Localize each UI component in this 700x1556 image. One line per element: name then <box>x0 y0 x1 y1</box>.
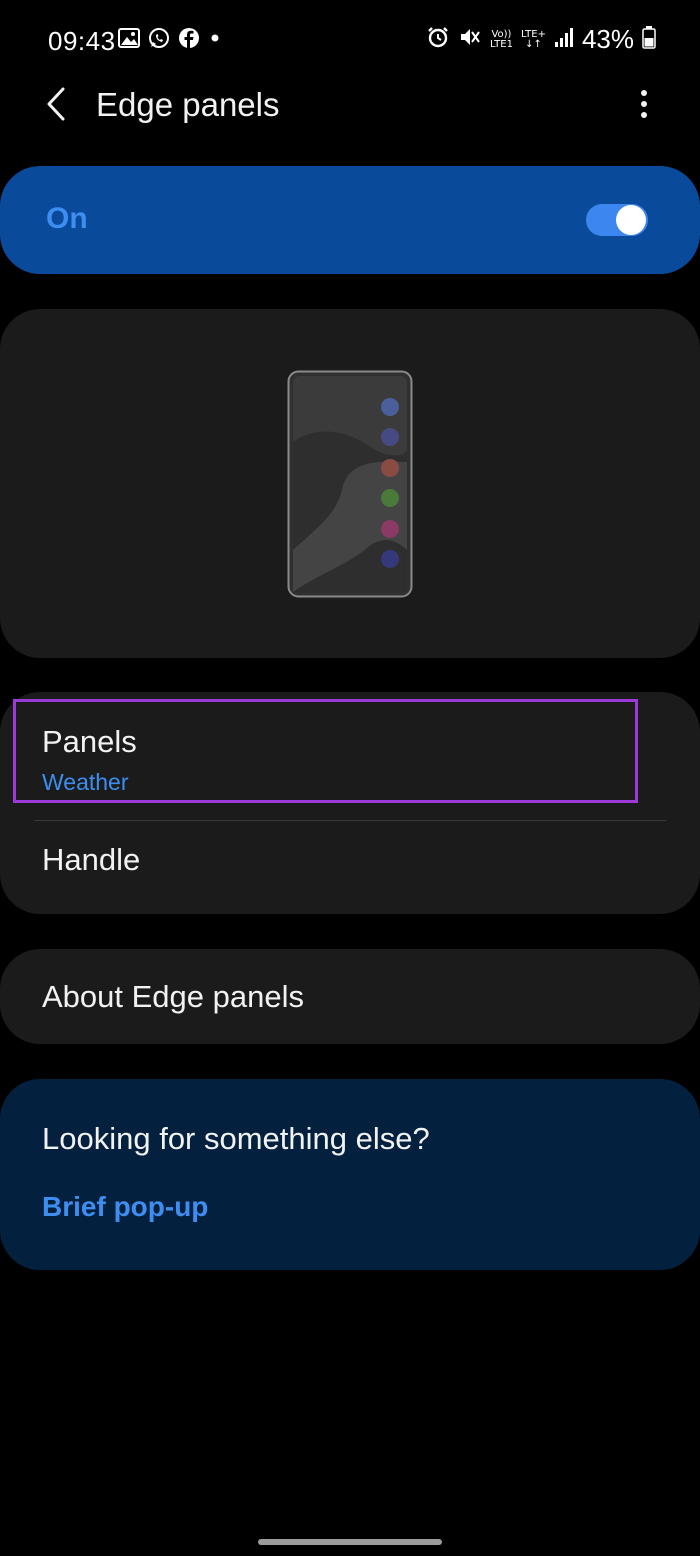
alarm-icon <box>426 25 450 54</box>
battery-icon <box>642 25 656 54</box>
back-button[interactable] <box>36 86 76 126</box>
gallery-icon <box>118 28 140 53</box>
handle-setting-item[interactable]: Handle <box>0 822 700 914</box>
panels-setting-item[interactable]: Panels Weather <box>13 699 638 803</box>
volte-indicator: Vo)) LTE1 <box>489 28 513 50</box>
panels-title: Panels <box>42 724 137 759</box>
battery-percent: 43% <box>581 24 634 54</box>
handle-title: Handle <box>42 842 141 877</box>
list-divider <box>34 820 666 821</box>
about-edge-panels-item[interactable]: About Edge panels <box>0 949 700 1044</box>
edge-dot-6 <box>381 550 399 568</box>
switch-knob <box>616 205 646 235</box>
more-options-button[interactable] <box>624 86 664 126</box>
phone-illustration <box>287 370 413 603</box>
edge-dot-2 <box>381 428 399 446</box>
status-time: 09:43 <box>48 26 116 56</box>
edge-dot-3 <box>381 459 399 477</box>
suggestions-card: Looking for something else? Brief pop-up <box>0 1079 700 1270</box>
master-switch-label: On <box>46 202 88 235</box>
master-toggle-switch[interactable] <box>586 204 648 236</box>
panels-subtitle: Weather <box>42 769 129 795</box>
status-system-icons: Vo)) LTE1 LTE+ ↓↑ 43% <box>426 24 656 55</box>
data-arrows-icon: ↓↑ <box>525 38 542 50</box>
whatsapp-icon <box>148 27 170 54</box>
app-header: Edge panels <box>0 80 700 140</box>
signal-icon <box>554 26 574 53</box>
settings-list: Panels Weather Handle <box>0 692 700 914</box>
more-vertical-icon <box>640 89 648 124</box>
edge-dot-4 <box>381 489 399 507</box>
brief-popup-link[interactable]: Brief pop-up <box>42 1191 208 1223</box>
mute-icon <box>458 25 482 54</box>
edge-panel-preview-card <box>0 309 700 658</box>
notification-dot-icon <box>208 31 222 50</box>
edge-dot-5 <box>381 520 399 538</box>
edge-dot-1 <box>381 398 399 416</box>
suggestions-title: Looking for something else? <box>42 1121 430 1156</box>
master-switch-bar[interactable]: On <box>0 166 700 274</box>
status-bar: 09:43 Vo)) LTE1 LTE+ ↓↑ 43% <box>0 0 700 80</box>
about-title: About Edge panels <box>42 979 304 1014</box>
back-arrow-icon <box>45 86 67 127</box>
page-title: Edge panels <box>96 86 280 123</box>
lte-indicator: LTE+ ↓↑ <box>520 28 546 50</box>
status-notification-icons <box>118 27 222 54</box>
facebook-icon <box>178 27 200 54</box>
home-gesture-bar[interactable] <box>258 1539 442 1545</box>
